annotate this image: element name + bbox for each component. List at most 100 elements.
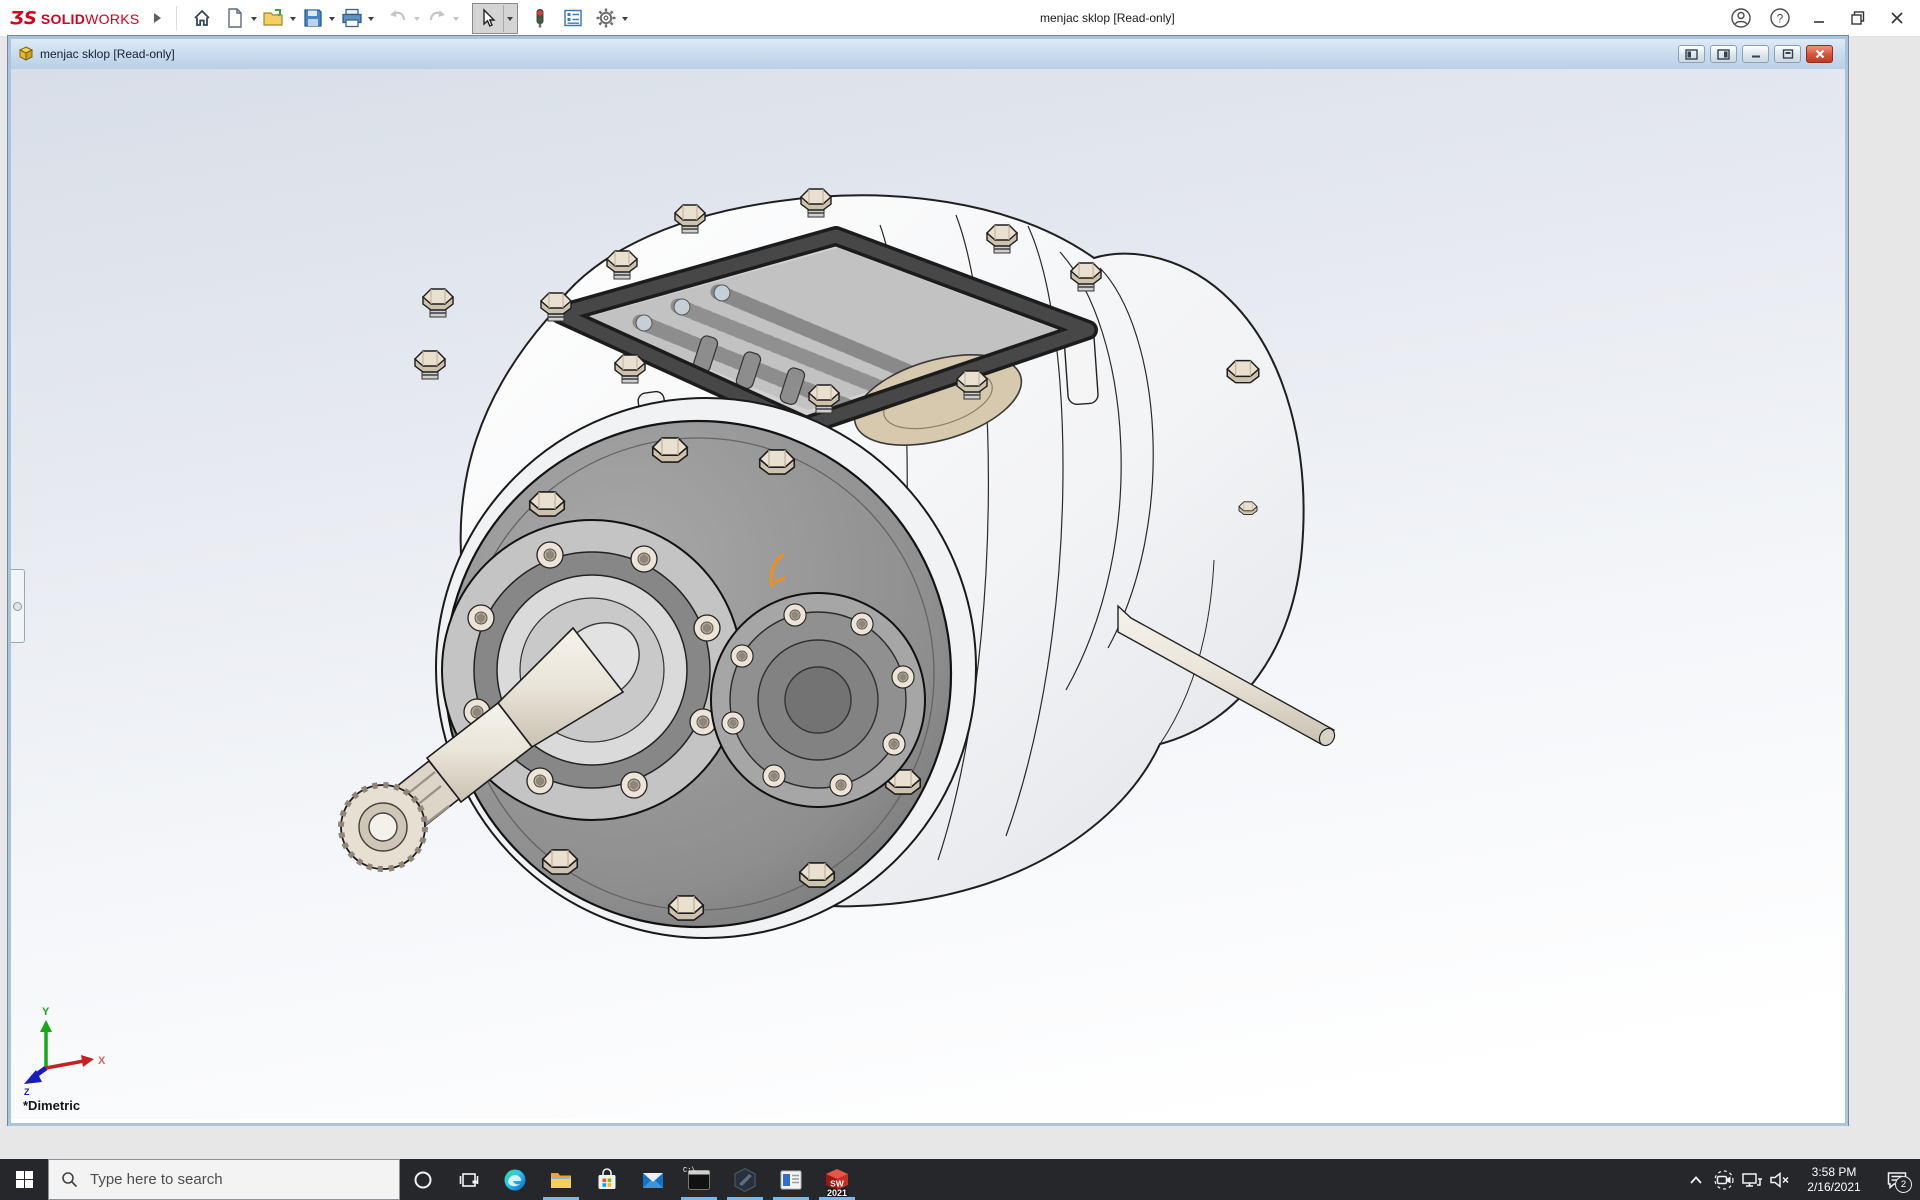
print-icon	[341, 8, 363, 28]
system-tray: 3:58 PM 2/16/2021 2	[1682, 1159, 1920, 1200]
redo-dropdown[interactable]	[450, 3, 463, 33]
clock-time: 3:58 PM	[1794, 1165, 1874, 1180]
solidworks-logo-mark: ƷS	[10, 8, 37, 29]
expand-circle-icon	[13, 602, 22, 611]
home-icon	[192, 8, 212, 28]
taskbar-search[interactable]	[48, 1159, 400, 1200]
windows-logo-icon	[16, 1171, 33, 1188]
cortana-button[interactable]	[400, 1159, 446, 1200]
menu-expand-arrow-icon[interactable]	[154, 13, 166, 23]
meet-now-button[interactable]	[1710, 1159, 1738, 1200]
mail-icon	[641, 1169, 665, 1191]
undo-dropdown[interactable]	[411, 3, 424, 33]
svg-text:SW: SW	[830, 1178, 845, 1188]
brand-solid: SOLID	[41, 11, 85, 27]
minimize-icon	[1812, 11, 1826, 25]
hexagon-app-button[interactable]	[722, 1159, 768, 1200]
undo-button[interactable]	[385, 3, 411, 33]
cortana-icon	[413, 1170, 433, 1190]
new-document-button[interactable]	[222, 3, 248, 33]
command-prompt-button[interactable]: C:\	[676, 1159, 722, 1200]
display-settings-button[interactable]	[560, 3, 586, 33]
action-center-button[interactable]: 2	[1874, 1159, 1920, 1200]
axis-y-label: Y	[42, 1006, 50, 1018]
search-icon	[61, 1171, 78, 1188]
doc-restore-icon	[1782, 49, 1794, 59]
app-restore-button[interactable]	[1847, 3, 1869, 33]
open-dropdown[interactable]	[287, 3, 300, 33]
doc-split-right-button[interactable]	[1710, 45, 1737, 63]
document-title-bar: menjac sklop [Read-only]	[11, 39, 1845, 70]
toolbar-divider	[176, 6, 177, 30]
app-close-button[interactable]	[1886, 3, 1908, 33]
open-button[interactable]	[261, 3, 287, 33]
cmd-prompt-text: C:\	[683, 1167, 696, 1175]
options-button[interactable]	[593, 3, 619, 33]
print-button[interactable]	[339, 3, 365, 33]
3d-model-view[interactable]: Y X Z	[11, 69, 1845, 1119]
feature-manager-collapse-tab[interactable]	[11, 569, 25, 643]
volume-button[interactable]	[1766, 1159, 1794, 1200]
select-tool-button[interactable]	[473, 3, 503, 33]
doc-split-left-button[interactable]	[1678, 45, 1705, 63]
select-tool-dropdown[interactable]	[503, 5, 517, 32]
taskbar-app-icons: C:\	[400, 1159, 860, 1200]
file-explorer-button[interactable]	[538, 1159, 584, 1200]
mail-button[interactable]	[630, 1159, 676, 1200]
network-button[interactable]	[1738, 1159, 1766, 1200]
document-window: menjac sklop [Read-only]	[8, 36, 1848, 1126]
svg-text:?: ?	[1777, 12, 1784, 26]
hexagon-app-icon	[733, 1167, 757, 1193]
app-minimize-button[interactable]	[1808, 3, 1830, 33]
options-dropdown[interactable]	[619, 3, 632, 33]
solidworks-app: ƷS SOLIDWORKS	[0, 0, 1920, 1200]
taskbar-clock[interactable]: 3:58 PM 2/16/2021	[1794, 1165, 1874, 1195]
help-button[interactable]: ?	[1769, 3, 1791, 33]
assembly-document-icon	[18, 46, 34, 62]
split-pane-right-icon	[1717, 49, 1730, 60]
account-button[interactable]	[1730, 3, 1752, 33]
save-button[interactable]	[300, 3, 326, 33]
select-tool-group	[472, 3, 518, 34]
rebuild-stoplight-icon	[533, 7, 547, 29]
document-title: menjac sklop [Read-only]	[40, 47, 175, 61]
window-app-icon	[779, 1169, 803, 1191]
display-settings-icon	[563, 8, 583, 28]
search-input[interactable]	[88, 1170, 352, 1189]
save-icon	[303, 8, 323, 28]
solidworks-taskbar-button[interactable]: SW 2021	[814, 1159, 860, 1200]
chevron-up-icon	[1689, 1175, 1703, 1185]
notification-badge: 2	[1895, 1176, 1912, 1193]
redo-icon	[426, 8, 448, 28]
windows-taskbar: C:\	[0, 1159, 1920, 1200]
help-icon: ?	[1769, 7, 1791, 29]
home-button[interactable]	[189, 3, 215, 33]
quick-access-toolbar	[189, 0, 632, 36]
print-dropdown[interactable]	[365, 3, 378, 33]
tray-overflow-button[interactable]	[1682, 1159, 1710, 1200]
new-document-dropdown[interactable]	[248, 3, 261, 33]
edge-icon	[503, 1168, 527, 1192]
axis-z-label: Z	[24, 1087, 30, 1097]
rebuild-button[interactable]	[527, 3, 553, 33]
doc-restore-button[interactable]	[1774, 45, 1801, 63]
start-button[interactable]	[0, 1159, 48, 1200]
brand-works: WORKS	[85, 11, 139, 27]
view-orientation-label: *Dimetric	[23, 1098, 80, 1113]
solidworks-logo: ƷS SOLIDWORKS	[10, 8, 140, 29]
redo-button[interactable]	[424, 3, 450, 33]
edge-button[interactable]	[492, 1159, 538, 1200]
user-icon	[1730, 7, 1752, 29]
open-folder-icon	[263, 8, 285, 28]
clock-date: 2/16/2021	[1794, 1180, 1874, 1195]
graphics-area[interactable]: Y X Z *Dimetric	[11, 69, 1845, 1119]
close-icon	[1890, 11, 1904, 25]
doc-minimize-button[interactable]	[1742, 45, 1769, 63]
doc-close-button[interactable]	[1806, 45, 1833, 63]
orientation-triad[interactable]: Y X Z	[24, 1006, 106, 1097]
save-dropdown[interactable]	[326, 3, 339, 33]
network-icon	[1741, 1171, 1763, 1189]
store-button[interactable]	[584, 1159, 630, 1200]
task-view-button[interactable]	[446, 1159, 492, 1200]
window-app-button[interactable]	[768, 1159, 814, 1200]
